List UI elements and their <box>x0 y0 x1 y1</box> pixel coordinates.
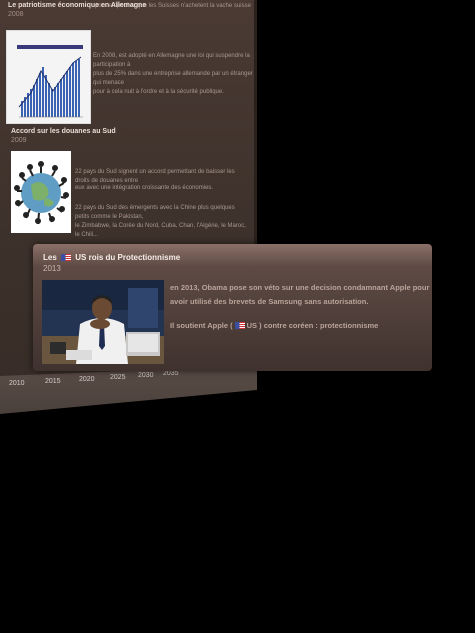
south-text-b2: le Zimbabwe, la Corée du Nord, Cuba, Cha… <box>75 223 246 238</box>
event-title-south-customs[interactable]: Accord sur les douanes au Sud <box>11 128 116 135</box>
germany-chart-thumbnail <box>7 31 90 123</box>
card-title-post: US rois du Protectionnisme <box>75 253 181 262</box>
germany-text-1: En 2008, est adopté en Allemagne une loi… <box>93 53 250 68</box>
timeline-scene: pour empecher que les Suisses n'achetent… <box>0 0 475 633</box>
obama-photo[interactable] <box>42 280 164 364</box>
south-text-b1: 22 pays du Sud des émergents avec la Chi… <box>75 205 235 220</box>
card-paragraph-2-post: US ) contre coréen : protectionnisme <box>246 321 379 330</box>
globe-handshake-image[interactable] <box>11 151 71 233</box>
timeline-tick: 2030 <box>138 372 154 379</box>
card-paragraph-1-line-2: avoir utilisé des brevets de Samsung san… <box>170 297 369 306</box>
event-card-us-protectionism[interactable]: Les US rois du Protectionnisme 2013 en 2… <box>33 244 432 371</box>
card-title: Les US rois du Protectionnisme <box>43 253 180 262</box>
timeline-tick: 2025 <box>110 374 126 381</box>
us-flag-icon <box>61 254 72 261</box>
card-paragraph-1-line-1: en 2013, Obama pose son véto sur une dec… <box>170 283 430 292</box>
timeline-tick: 2015 <box>45 378 61 385</box>
event-title-germany[interactable]: Le patriotisme économique en Allemagne <box>8 2 146 9</box>
germany-chart-image[interactable] <box>6 30 91 124</box>
card-title-pre: Les <box>43 253 57 262</box>
globe-handshake-thumbnail <box>14 161 69 225</box>
timeline-tick: 2035 <box>163 370 179 377</box>
timeline-tick: 2020 <box>79 376 95 383</box>
germany-text-2: plus de 25% dans une entreprise allemand… <box>93 71 253 86</box>
card-paragraph-2: Il soutient Apple ( US ) contre coréen : … <box>170 319 378 332</box>
event-year-south-customs: 2009 <box>11 137 27 144</box>
timeline-tick: 2010 <box>9 380 25 387</box>
germany-text-3: pour à cela nuit à l'ordre et à la sécur… <box>93 89 224 95</box>
card-paragraph-2-pre: Il soutient Apple ( <box>170 321 233 330</box>
us-flag-icon <box>234 322 245 329</box>
event-year-germany: 2008 <box>8 11 24 18</box>
south-text-a2: eux avec une intégration croissante des … <box>75 185 214 191</box>
card-year: 2013 <box>43 264 61 273</box>
obama-photo-drawing <box>42 280 164 364</box>
